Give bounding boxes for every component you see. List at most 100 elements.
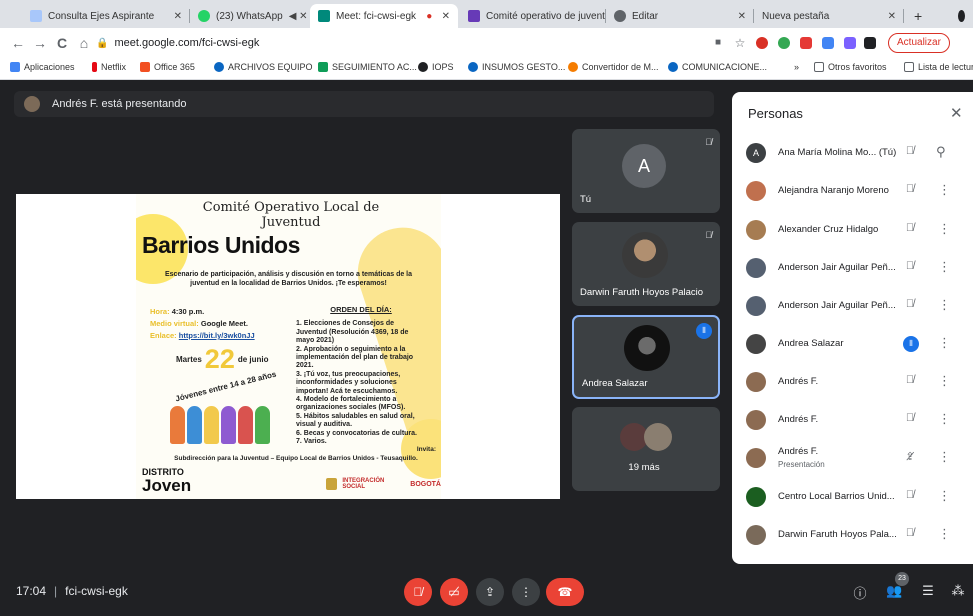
more-vert-icon[interactable]: ⋮	[938, 297, 951, 313]
opera-extension-icon[interactable]	[756, 37, 768, 49]
poster-agenda: ORDEN DEL DÍA: 1. Elecciones de Consejos…	[296, 305, 417, 446]
mic-off-icon: 🎙̸	[905, 145, 915, 157]
more-vert-icon[interactable]: ⋮	[938, 488, 951, 504]
tab-consulta[interactable]: Consulta Ejes Aspirante ✕	[22, 4, 190, 28]
list-item[interactable]: Darwin Faruth Hoyos Pala... 🎙̸ ⋮	[732, 520, 973, 550]
mic-off-icon: 🎙̸	[905, 527, 915, 539]
poster-invita: Invita: Subdirección para la Juventud – …	[174, 446, 436, 462]
reading-list-icon	[904, 62, 914, 72]
poster-description: Escenario de participación, análisis y d…	[164, 271, 413, 287]
meet-icon	[318, 10, 330, 22]
list-item[interactable]: Alejandra Naranjo Moreno 🎙̸ ⋮	[732, 176, 973, 206]
more-vert-icon[interactable]: ⋮	[938, 449, 951, 465]
more-vert-icon[interactable]: ⋮	[938, 411, 951, 427]
avatar	[746, 448, 766, 468]
tile-more[interactable]: 19 más	[572, 407, 720, 491]
update-button[interactable]: Actualizar	[888, 33, 950, 53]
tab-meet[interactable]: Meet: fci-cwsi-egk ● ✕	[310, 4, 458, 28]
poster-link: https://bit.ly/3wk0nJJ	[178, 331, 255, 340]
bookmark-office[interactable]: Office 365	[140, 62, 195, 72]
mic-off-icon: 🎙̸	[905, 412, 915, 424]
extension-tp-icon[interactable]	[800, 37, 812, 49]
bookmarks-bar: Aplicaciones Netflix Office 365 ARCHIVOS…	[0, 58, 973, 80]
present-button[interactable]: ⇪	[476, 578, 504, 606]
forward-icon[interactable]: →	[32, 35, 48, 51]
avatar	[746, 258, 766, 278]
sheets-icon	[318, 62, 328, 72]
home-icon[interactable]: ⌂	[76, 35, 92, 51]
star-icon[interactable]: ☆	[732, 35, 748, 51]
list-item[interactable]: Andrea Salazar ⦀ ⋮	[732, 329, 973, 359]
reload-icon[interactable]: C	[54, 35, 70, 51]
tab-whatsapp[interactable]: (23) WhatsApp ◀ ✕	[190, 4, 308, 28]
extension-pen-icon[interactable]	[844, 37, 856, 49]
close-tab-icon[interactable]: ✕	[437, 11, 450, 22]
more-vert-icon[interactable]: ⋮	[938, 373, 951, 389]
list-item[interactable]: Centro Local Barrios Unid... 🎙̸ ⋮	[732, 482, 973, 512]
more-options-button[interactable]: ⋮	[512, 578, 540, 606]
bookmark-iops[interactable]: IOPS	[418, 62, 454, 72]
tile-andrea[interactable]: ⦀ Andrea Salazar	[572, 315, 720, 399]
close-icon[interactable]: ✕	[950, 104, 963, 122]
pin-icon[interactable]: ⚲	[936, 144, 946, 160]
mic-toggle-button[interactable]: 🎙̸	[404, 578, 432, 606]
list-item[interactable]: Anderson Jair Aguilar Peñ... 🎙̸ ⋮	[732, 291, 973, 321]
globe-icon	[614, 10, 626, 22]
tab-comite[interactable]: Comité operativo de juvent ✕	[460, 4, 606, 28]
extension-blue-icon[interactable]	[822, 37, 834, 49]
new-tab-button[interactable]: +	[906, 4, 930, 28]
tile-darwin[interactable]: 🎙̸ Darwin Faruth Hoyos Palacio	[572, 222, 720, 306]
list-item[interactable]: Andrés F. Presentación ⇪̸ ⋮	[732, 443, 973, 473]
activities-icon[interactable]: ⁂	[950, 583, 966, 599]
tab-nueva[interactable]: Nueva pestaña ✕	[754, 4, 904, 28]
hang-up-button[interactable]: ☎	[546, 578, 584, 606]
bookmark-archivos[interactable]: ARCHIVOS EQUIPO	[214, 62, 313, 72]
speaking-icon: ⦀	[696, 323, 712, 339]
distrito-joven-logo: DISTRITO Joven	[142, 467, 192, 495]
bookmark-comunicaciones[interactable]: COMUNICACIONE...	[668, 62, 767, 72]
close-tab-icon[interactable]: ✕	[168, 11, 182, 22]
mute-tab-icon[interactable]: ◀ ✕	[283, 11, 308, 22]
avatar	[746, 525, 766, 545]
camera-icon[interactable]: ■	[710, 35, 726, 51]
extension-green-icon[interactable]	[778, 37, 790, 49]
event-poster: Comité Operativo Local de Juventud Barri…	[136, 194, 441, 499]
mic-off-icon: 🎙̸	[905, 298, 915, 310]
bookmark-otros-favoritos[interactable]: Otros favoritos	[814, 62, 887, 72]
mic-off-icon: 🎙̸	[905, 260, 915, 272]
close-tab-icon[interactable]: ✕	[882, 11, 896, 22]
more-vert-icon[interactable]: ⋮	[938, 221, 951, 237]
more-vert-icon[interactable]: ⋮	[938, 259, 951, 275]
meeting-code[interactable]: fci-cwsi-egk	[65, 584, 128, 598]
more-vert-icon[interactable]: ⋮	[938, 182, 951, 198]
list-item[interactable]: Andrés F. 🎙̸ ⋮	[732, 405, 973, 435]
list-item[interactable]: Alexander Cruz Hidalgo 🎙̸ ⋮	[732, 215, 973, 245]
avatar	[746, 487, 766, 507]
more-vert-icon[interactable]: ⋮	[938, 526, 951, 542]
list-item[interactable]: A Ana María Molina Mo... (Tú) 🎙̸ ⚲	[732, 138, 973, 168]
tile-self[interactable]: A 🎙̸ Tú	[572, 129, 720, 213]
list-item[interactable]: Andrés F. 🎙̸ ⋮	[732, 367, 973, 397]
presenting-banner: Andrés F. está presentando	[14, 91, 714, 117]
back-icon[interactable]: ←	[10, 35, 26, 51]
clock: 17:04	[16, 584, 47, 598]
bookmark-seguimiento[interactable]: SEGUIMIENTO AC...	[318, 62, 417, 72]
meeting-info: 17:04 | fci-cwsi-egk	[16, 584, 128, 598]
bookmarks-overflow-button[interactable]: »	[794, 62, 799, 72]
info-icon[interactable]: ⓘ	[852, 583, 868, 602]
url-field[interactable]: 🔒 meet.google.com/fci-cwsi-egk	[96, 32, 762, 54]
bookmark-lista-lectura[interactable]: Lista de lectura	[904, 62, 973, 72]
chat-icon[interactable]: ☰	[920, 583, 936, 599]
bookmark-netflix[interactable]: Netflix	[92, 62, 126, 72]
extensions-puzzle-icon[interactable]	[864, 37, 876, 49]
list-item[interactable]: Anderson Jair Aguilar Peñ... 🎙̸ ⋮	[732, 253, 973, 283]
bookmark-insumos[interactable]: INSUMOS GESTO...	[468, 62, 565, 72]
more-vert-icon[interactable]: ⋮	[938, 335, 951, 351]
tab-editar[interactable]: Editar ✕	[606, 4, 754, 28]
poster-headline: Barrios Unidos	[142, 232, 300, 258]
profile-icon[interactable]	[950, 4, 973, 28]
camera-toggle-button[interactable]: ▭̸	[440, 578, 468, 606]
close-tab-icon[interactable]: ✕	[732, 11, 746, 22]
bookmark-aplicaciones[interactable]: Aplicaciones	[10, 62, 75, 72]
bookmark-convertidor[interactable]: Convertidor de M...	[568, 62, 659, 72]
